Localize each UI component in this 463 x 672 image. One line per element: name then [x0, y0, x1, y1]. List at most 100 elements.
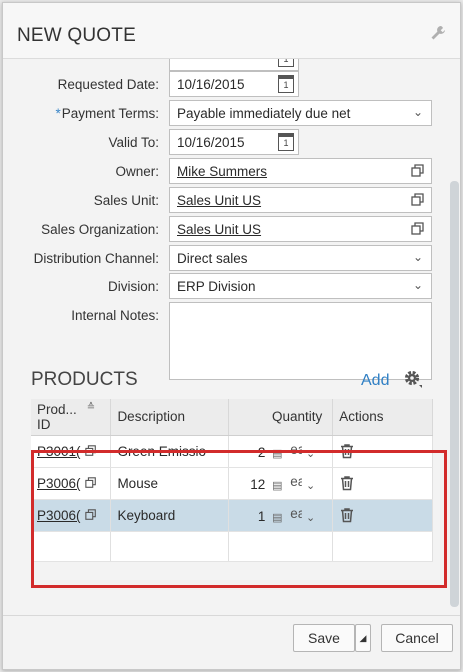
unit-value[interactable]: ea — [290, 474, 302, 489]
sales-unit-field[interactable]: Sales Unit US — [169, 187, 432, 213]
save-button[interactable]: Save — [293, 624, 355, 652]
calculator-icon[interactable]: ▤ — [272, 480, 282, 492]
product-id-cell: P3006( — [31, 467, 112, 500]
owner-field[interactable]: Mike Summers — [169, 158, 432, 184]
internal-notes-textarea[interactable] — [169, 302, 432, 380]
distribution-channel-row: Distribution Channel: Direct sales ⌄ — [3, 245, 449, 273]
calendar-icon[interactable]: 1 — [278, 59, 294, 67]
calendar-icon[interactable]: 1 — [278, 75, 294, 93]
quantity-cell[interactable]: 2 ▤ ea ⌄ — [228, 435, 334, 468]
sort-icon[interactable]: ≙ — [87, 402, 95, 413]
product-id-link[interactable]: P3001( — [37, 444, 83, 459]
copy-icon[interactable] — [85, 445, 97, 457]
col-header-product-id-label: Prod... ID — [37, 401, 77, 432]
quantity-value[interactable]: 2 — [235, 445, 266, 460]
calendar-icon[interactable]: 1 — [278, 133, 294, 151]
quantity-cell[interactable]: 12 ▤ ea ⌄ — [228, 467, 334, 500]
empty-cell — [110, 531, 230, 562]
trash-icon[interactable] — [339, 443, 355, 459]
scrollbar[interactable] — [450, 181, 459, 607]
quantity-cell[interactable]: 1 ▤ ea ⌄ — [228, 499, 334, 532]
payment-terms-value: Payable immediately due net — [177, 106, 351, 121]
owner-label: Owner: — [115, 164, 159, 179]
wrench-icon[interactable] — [430, 25, 446, 41]
calculator-icon[interactable]: ▤ — [272, 448, 282, 460]
chevron-down-icon: ⌄ — [412, 278, 423, 292]
table-row-selected[interactable]: P3006( Keyboard 1 ▤ ea ⌄ — [31, 499, 433, 532]
chevron-down-icon[interactable]: ⌄ — [306, 448, 315, 460]
product-id-cell: P3006( — [31, 499, 112, 532]
requested-date-label: Requested Date: — [57, 77, 159, 92]
col-header-product-id[interactable]: Prod... ID ≙ — [31, 399, 112, 436]
sales-unit-value[interactable]: Sales Unit US — [177, 193, 261, 208]
col-header-actions: Actions — [332, 399, 433, 436]
dialog-title: NEW QUOTE — [17, 25, 136, 46]
valid-to-label: Valid To: — [108, 135, 159, 150]
description-cell: Green Emissio — [110, 435, 230, 468]
col-header-description[interactable]: Description — [110, 399, 230, 436]
sales-unit-label: Sales Unit: — [93, 193, 159, 208]
sales-org-row: Sales Organization: Sales Unit US — [3, 216, 449, 244]
required-marker: * — [55, 106, 61, 121]
payment-terms-label: *Payment Terms: — [55, 106, 159, 121]
division-select[interactable]: ERP Division ⌄ — [169, 273, 432, 299]
requested-date-value: 10/16/2015 — [177, 77, 245, 92]
copy-icon[interactable] — [85, 477, 97, 489]
chevron-down-icon[interactable]: ⌄ — [306, 512, 315, 524]
valid-to-value: 10/16/2015 — [177, 135, 245, 150]
copy-icon[interactable] — [411, 193, 425, 207]
actions-cell — [332, 435, 433, 468]
sales-org-field[interactable]: Sales Unit US — [169, 216, 432, 242]
table-row[interactable]: P3006( Mouse 12 ▤ ea ⌄ — [31, 467, 433, 500]
unit-value[interactable]: ea — [290, 506, 302, 521]
product-id-link[interactable]: P3006( — [37, 476, 83, 491]
internal-notes-label: Internal Notes: — [71, 308, 159, 323]
sales-org-label: Sales Organization: — [41, 222, 159, 237]
products-table: Prod... ID ≙ Description Quantity Action… — [31, 399, 433, 562]
save-menu-button[interactable]: ◢ — [355, 624, 371, 652]
add-product-link[interactable]: Add — [361, 372, 389, 390]
distribution-channel-select[interactable]: Direct sales ⌄ — [169, 245, 432, 271]
sales-unit-row: Sales Unit: Sales Unit US — [3, 187, 449, 215]
col-header-quantity[interactable]: Quantity — [228, 399, 334, 436]
unit-value[interactable]: ea — [290, 442, 302, 457]
cancel-button[interactable]: Cancel — [381, 624, 453, 652]
actions-cell — [332, 499, 433, 532]
chevron-down-icon: ⌄ — [412, 105, 423, 119]
sales-org-value[interactable]: Sales Unit US — [177, 222, 261, 237]
division-label: Division: — [107, 279, 159, 294]
dialog-header: NEW QUOTE — [3, 3, 460, 59]
caret-down-icon: ◢ — [359, 633, 367, 643]
gear-icon[interactable] — [402, 368, 424, 390]
chevron-down-icon[interactable]: ⌄ — [306, 480, 315, 492]
empty-cell — [332, 531, 433, 562]
copy-icon[interactable] — [85, 509, 97, 521]
owner-row: Owner: Mike Summers — [3, 158, 449, 186]
valid-to-field[interactable]: 10/16/2015 1 — [169, 129, 299, 155]
division-value: ERP Division — [177, 279, 256, 294]
requested-date-row: Requested Date: 10/16/2015 1 — [3, 71, 449, 99]
product-id-cell: P3001( — [31, 435, 112, 468]
distribution-channel-label: Distribution Channel: — [33, 251, 159, 266]
trash-icon[interactable] — [339, 475, 355, 491]
quantity-value[interactable]: 1 — [235, 509, 266, 524]
owner-value[interactable]: Mike Summers — [177, 164, 267, 179]
payment-terms-row: *Payment Terms: Payable immediately due … — [3, 100, 449, 128]
quantity-value[interactable]: 12 — [235, 477, 265, 492]
chevron-down-icon: ⌄ — [412, 250, 423, 264]
description-cell: Keyboard — [110, 499, 230, 532]
requested-date-field[interactable]: 10/16/2015 1 — [169, 71, 299, 97]
calculator-icon[interactable]: ▤ — [272, 512, 282, 524]
actions-cell — [332, 467, 433, 500]
description-cell: Mouse — [110, 467, 230, 500]
clipped-field[interactable]: 1 — [169, 59, 299, 71]
copy-icon[interactable] — [411, 222, 425, 236]
table-row[interactable]: P3001( Green Emissio 2 ▤ ea ⌄ — [31, 435, 433, 468]
product-id-link[interactable]: P3006( — [37, 508, 83, 523]
dialog-footer: Save ◢ Cancel — [3, 615, 460, 669]
trash-icon[interactable] — [339, 507, 355, 523]
products-title: PRODUCTS — [31, 369, 138, 390]
copy-icon[interactable] — [411, 164, 425, 178]
payment-terms-label-text: Payment Terms: — [61, 106, 159, 121]
payment-terms-select[interactable]: Payable immediately due net ⌄ — [169, 100, 432, 126]
